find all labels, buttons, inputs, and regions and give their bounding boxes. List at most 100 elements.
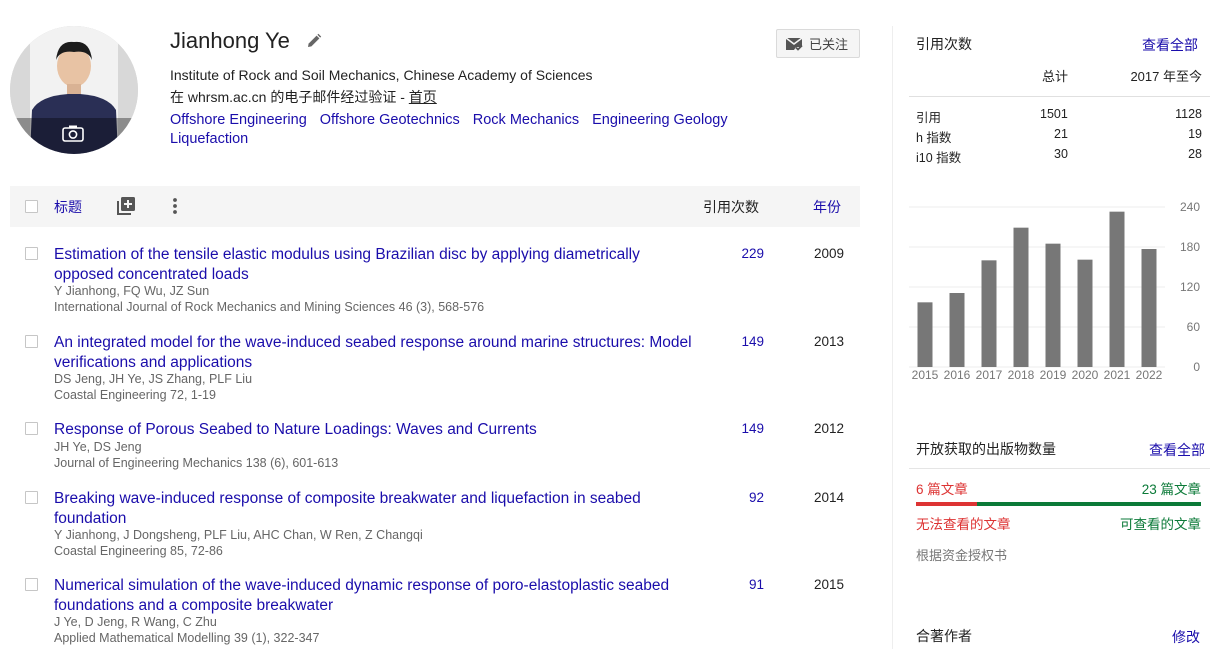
edit-pencil-icon[interactable]	[306, 33, 322, 49]
interest-link[interactable]: Offshore Engineering	[170, 112, 307, 128]
article-venue: Journal of Engineering Mechanics 138 (6)…	[54, 456, 339, 470]
article-title[interactable]: Estimation of the tensile elastic modulu…	[54, 245, 694, 284]
article-venue: Applied Mathematical Modelling 39 (1), 3…	[54, 631, 320, 645]
row-checkbox[interactable]	[25, 422, 38, 435]
stats-row: 引用 1501 1128	[909, 107, 1210, 125]
available-count: 23 篇文章	[1141, 482, 1201, 497]
article-title[interactable]: Numerical simulation of the wave-induced…	[54, 576, 694, 615]
add-article-icon[interactable]	[116, 196, 136, 216]
row-checkbox[interactable]	[25, 491, 38, 504]
stat-total: 21	[1054, 127, 1068, 141]
stats-row: h 指数 21 19	[909, 127, 1210, 145]
coauthors-heading: 合著作者	[916, 628, 972, 644]
stats-row: i10 指数 30 28	[909, 147, 1210, 165]
articles-table-header: 标题 引用次数 年份	[10, 186, 860, 227]
article-year: 2015	[813, 577, 844, 592]
chart-x-tick-label: 2021	[1104, 368, 1131, 382]
research-interests: Offshore Engineering Offshore Geotechnics…	[170, 111, 770, 149]
profile-name: Jianhong Ye	[170, 28, 290, 53]
homepage-link[interactable]: 首页	[409, 89, 437, 105]
row-checkbox[interactable]	[25, 247, 38, 260]
chart-bar[interactable]	[1077, 259, 1093, 367]
funding-mandates-note: 根据资金授权书	[916, 548, 1008, 563]
chart-x-tick-label: 2022	[1136, 368, 1163, 382]
coauthors-edit-link[interactable]: 修改	[1172, 627, 1200, 647]
article-cites[interactable]: 92	[749, 490, 764, 505]
col-header-total: 总计	[1042, 69, 1069, 84]
article-cites[interactable]: 149	[741, 334, 764, 349]
divider	[909, 468, 1210, 469]
more-options-icon[interactable]	[170, 196, 180, 216]
chart-x-tick-label: 2016	[944, 368, 971, 382]
article-cites[interactable]: 149	[741, 421, 764, 436]
col-header-since: 2017 年至今	[1130, 69, 1202, 84]
sort-by-title[interactable]: 标题	[54, 197, 82, 217]
chart-bar[interactable]	[1045, 243, 1061, 367]
chart-x-tick-label: 2018	[1008, 368, 1035, 382]
cited-by-view-all-link[interactable]: 查看全部	[1142, 35, 1198, 55]
camera-icon[interactable]	[62, 124, 84, 142]
table-row: Response of Porous Seabed to Nature Load…	[10, 420, 860, 472]
interest-link[interactable]: Rock Mechanics	[473, 112, 579, 128]
column-divider	[892, 26, 893, 649]
sort-by-year[interactable]: 年份	[813, 197, 841, 217]
open-access-heading: 开放获取的出版物数量	[916, 441, 1056, 457]
chart-y-tick-label: 240	[1180, 200, 1200, 214]
chart-x-tick-label: 2019	[1040, 368, 1067, 382]
citations-per-year-chart: 240 180 120 60 0 2015 2016 2017 2018 2019 2020 2021…	[909, 200, 1200, 382]
chart-y-tick-label: 0	[1193, 360, 1200, 374]
article-venue: Coastal Engineering 85, 72-86	[54, 544, 223, 558]
follow-button[interactable]: 已关注	[776, 29, 860, 58]
cited-by-heading: 引用次数	[916, 36, 972, 52]
article-authors: JH Ye, DS Jeng	[54, 440, 142, 454]
stat-total: 30	[1054, 147, 1068, 161]
article-authors: DS Jeng, JH Ye, JS Zhang, PLF Liu	[54, 372, 253, 386]
stat-since: 28	[1188, 147, 1202, 161]
open-access-view-all-link[interactable]: 查看全部	[1149, 440, 1205, 460]
interest-link[interactable]: Liquefaction	[170, 131, 248, 147]
chart-bar[interactable]	[917, 302, 933, 367]
unavailable-label[interactable]: 无法查看的文章	[916, 513, 1011, 533]
chart-bar[interactable]	[981, 260, 997, 367]
cited-by-header: 引用次数	[703, 199, 759, 215]
interest-link[interactable]: Offshore Geotechnics	[320, 112, 460, 128]
article-authors: Y Jianhong, J Dongsheng, PLF Liu, AHC Ch…	[54, 528, 423, 542]
article-year: 2009	[813, 246, 844, 261]
row-checkbox[interactable]	[25, 578, 38, 591]
stat-total: 1501	[1040, 107, 1068, 121]
article-title[interactable]: Breaking wave-induced response of compos…	[54, 489, 694, 528]
article-authors: J Ye, D Jeng, R Wang, C Zhu	[54, 615, 217, 629]
table-row: Breaking wave-induced response of compos…	[10, 489, 860, 561]
stat-label: h 指数	[916, 131, 952, 145]
table-row: An integrated model for the wave-induced…	[10, 333, 860, 405]
article-title[interactable]: An integrated model for the wave-induced…	[54, 333, 694, 372]
table-row: Numerical simulation of the wave-induced…	[10, 576, 860, 648]
unavailable-count: 6 篇文章	[916, 482, 968, 497]
article-title[interactable]: Response of Porous Seabed to Nature Load…	[54, 420, 694, 440]
article-year: 2013	[813, 334, 844, 349]
interest-link[interactable]: Engineering Geology	[592, 112, 727, 128]
chart-bar[interactable]	[949, 293, 965, 367]
chart-x-tick-label: 2017	[976, 368, 1003, 382]
affiliation: Institute of Rock and Soil Mechanics, Ch…	[170, 67, 593, 83]
article-cites[interactable]: 229	[741, 246, 764, 261]
row-checkbox[interactable]	[25, 335, 38, 348]
chart-bar[interactable]	[1141, 249, 1157, 367]
stat-label: i10 指数	[916, 151, 962, 165]
chart-y-tick-label: 120	[1180, 280, 1200, 294]
chart-bar[interactable]	[1013, 227, 1029, 367]
chart-y-tick-label: 180	[1180, 240, 1200, 254]
article-cites[interactable]: 91	[749, 577, 764, 592]
chart-bar[interactable]	[1109, 211, 1125, 367]
article-venue: Coastal Engineering 72, 1-19	[54, 388, 216, 402]
article-year: 2012	[813, 421, 844, 436]
available-bar	[977, 502, 1201, 506]
profile-name-row: Jianhong Ye	[170, 28, 322, 54]
table-divider	[909, 96, 1210, 97]
verified-email: 在 whrsm.ac.cn 的电子邮件经过验证 - 首页	[170, 87, 437, 107]
unavailable-bar	[916, 502, 977, 506]
select-all-checkbox[interactable]	[25, 200, 38, 213]
stat-since: 1128	[1175, 107, 1202, 121]
article-venue: International Journal of Rock Mechanics …	[54, 300, 485, 314]
available-label[interactable]: 可查看的文章	[1120, 513, 1201, 533]
